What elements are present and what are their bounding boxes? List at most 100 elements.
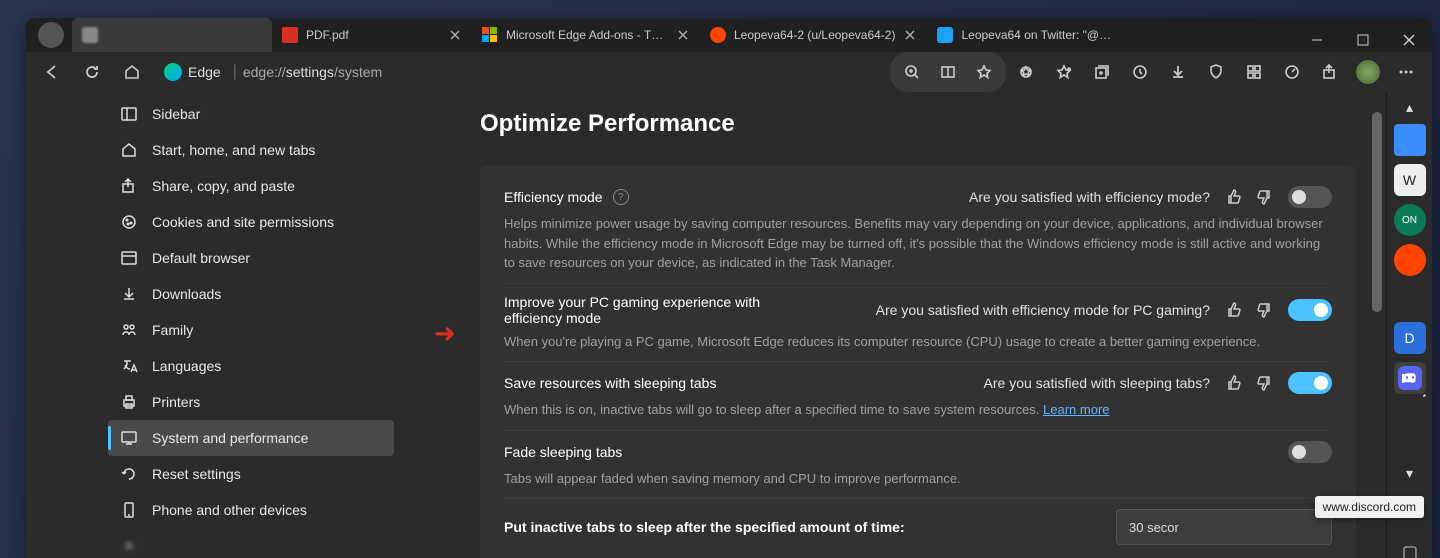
twitter-icon <box>937 27 953 43</box>
sidebar-item-download[interactable]: Downloads <box>108 276 394 312</box>
page-title: Optimize Performance <box>480 110 1356 138</box>
profile-indicator[interactable] <box>38 22 64 48</box>
sidebar-reddit-icon[interactable] <box>1394 244 1426 276</box>
scrollbar[interactable] <box>1370 92 1384 558</box>
share-icon <box>120 177 138 195</box>
favorites-list-button[interactable] <box>1046 54 1082 90</box>
reader-button[interactable] <box>930 54 966 90</box>
window-controls <box>1294 18 1432 62</box>
gaming-toggle[interactable] <box>1288 299 1332 321</box>
sidebar-app-1[interactable] <box>1394 124 1426 156</box>
performance-section: Efficiency mode ? Are you satisfied with… <box>480 166 1356 558</box>
sidebar-item-label: Printers <box>152 394 200 410</box>
tab-addons[interactable]: Microsoft Edge Add-ons - The… <box>472 18 700 52</box>
blur-icon <box>120 537 138 555</box>
thumbs-up-icon[interactable] <box>1224 188 1242 206</box>
sidebar-expand-icon[interactable]: ▾ <box>1394 457 1426 489</box>
sidebar-item-printer[interactable]: Printers <box>108 384 394 420</box>
sidebar-item-reset[interactable]: Reset settings <box>108 456 394 492</box>
inactive-row: Put inactive tabs to sleep after the spe… <box>504 498 1332 555</box>
row-title: Fade sleeping tabs <box>504 444 622 460</box>
sidebar-item-cookie[interactable]: Cookies and site permissions <box>108 204 394 240</box>
sidebar-item-home[interactable]: Start, home, and new tabs <box>108 132 394 168</box>
refresh-button[interactable] <box>74 54 110 90</box>
collections-button[interactable] <box>1084 54 1120 90</box>
close-window-button[interactable] <box>1386 18 1432 62</box>
close-icon[interactable] <box>676 28 690 42</box>
sidebar-item-sidebar[interactable]: Sidebar <box>108 96 394 132</box>
fade-toggle[interactable] <box>1288 441 1332 463</box>
home-button[interactable] <box>114 54 150 90</box>
tab-twitter[interactable]: Leopeva64 on Twitter: "@… <box>927 18 1121 52</box>
downloads-button[interactable] <box>1160 54 1196 90</box>
reddit-icon <box>710 27 726 43</box>
sidebar-item-share[interactable]: Share, copy, and paste <box>108 168 394 204</box>
minimize-button[interactable] <box>1294 18 1340 62</box>
sidebar-item-label: Phone and other devices <box>152 502 307 518</box>
settings-favicon <box>82 27 98 43</box>
arrow-annotation: ➜ <box>434 318 456 349</box>
thumbs-down-icon[interactable] <box>1256 301 1274 319</box>
back-button[interactable] <box>34 54 70 90</box>
sidebar-item-lang[interactable]: Languages <box>108 348 394 384</box>
sidebar-wikipedia-icon[interactable]: W <box>1394 164 1426 196</box>
row-title: Improve your PC gaming experience with e… <box>504 294 804 326</box>
zoom-button[interactable] <box>894 54 930 90</box>
rewards-button[interactable] <box>1008 54 1044 90</box>
favorite-button[interactable] <box>966 54 1002 90</box>
history-button[interactable] <box>1122 54 1158 90</box>
row-title: Put inactive tabs to sleep after the spe… <box>504 519 905 535</box>
tab-reddit[interactable]: Leopeva64-2 (u/Leopeva64-2) <box>700 18 927 52</box>
edge-sidebar: ▴ W ON D ▾ ＋ <box>1386 92 1432 558</box>
feedback-question: Are you satisfied with efficiency mode f… <box>876 302 1210 318</box>
thumbs-up-icon[interactable] <box>1224 301 1242 319</box>
sleeping-toggle[interactable] <box>1288 372 1332 394</box>
row-description: Helps minimize power usage by saving com… <box>504 214 1332 273</box>
browser-icon <box>120 249 138 267</box>
thumbs-down-icon[interactable] <box>1256 188 1274 206</box>
sidebar-item-system[interactable]: System and performance <box>108 420 394 456</box>
home-icon <box>120 141 138 159</box>
system-icon <box>120 429 138 447</box>
toolbar: Edge | edge://settings/system <box>26 52 1432 92</box>
sidebar-discord-icon[interactable] <box>1394 362 1426 394</box>
sidebar-item-phone[interactable]: Phone and other devices <box>108 492 394 528</box>
sidebar-collapse-icon[interactable]: ▴ <box>1394 98 1426 116</box>
lang-icon <box>120 357 138 375</box>
sleep-time-dropdown[interactable]: 30 secor <box>1116 509 1332 545</box>
sidebar-item-blur[interactable] <box>108 528 394 558</box>
efficiency-toggle[interactable] <box>1288 186 1332 208</box>
tab-pdf[interactable]: PDF.pdf <box>272 18 472 52</box>
sidebar-item-label: Family <box>152 322 193 338</box>
sidebar-item-family[interactable]: Family <box>108 312 394 348</box>
close-icon[interactable] <box>448 28 462 42</box>
sidebar-item-label: System and performance <box>152 430 308 446</box>
sleeping-row: Save resources with sleeping tabs Are yo… <box>504 361 1332 430</box>
security-button[interactable] <box>1198 54 1234 90</box>
row-description: Tabs will appear faded when saving memor… <box>504 469 1332 489</box>
row-title: Efficiency mode <box>504 189 603 205</box>
sidebar-settings-icon[interactable] <box>1394 537 1426 558</box>
cookie-icon <box>120 213 138 231</box>
ms-icon <box>482 27 498 43</box>
feedback-question: Are you satisfied with sleeping tabs? <box>984 375 1210 391</box>
close-icon[interactable] <box>903 28 917 42</box>
info-icon[interactable]: ? <box>613 189 629 205</box>
browser-window: PDF.pdf Microsoft Edge Add-ons - The… Le… <box>26 18 1432 558</box>
maximize-button[interactable] <box>1340 18 1386 62</box>
thumbs-up-icon[interactable] <box>1224 374 1242 392</box>
learn-more-link[interactable]: Learn more <box>1043 402 1109 417</box>
content-area: SidebarStart, home, and new tabs Share, c… <box>26 92 1432 558</box>
tooltip: www.discord.com <box>1315 496 1424 518</box>
sidebar-item-browser[interactable]: Default browser <box>108 240 394 276</box>
printer-icon <box>120 393 138 411</box>
sidebar-app-d[interactable]: D <box>1394 322 1426 354</box>
sidebar-app-on[interactable]: ON <box>1394 204 1426 236</box>
address-bar[interactable]: Edge | edge://settings/system <box>158 63 382 81</box>
tab-settings[interactable] <box>72 18 272 52</box>
thumbs-down-icon[interactable] <box>1256 374 1274 392</box>
extensions-button[interactable] <box>1236 54 1272 90</box>
sidebar-item-label: Share, copy, and paste <box>152 178 295 194</box>
settings-sidebar: SidebarStart, home, and new tabs Share, c… <box>26 92 424 558</box>
fade-row: Fade sleeping tabs Tabs will appear fade… <box>504 430 1332 499</box>
